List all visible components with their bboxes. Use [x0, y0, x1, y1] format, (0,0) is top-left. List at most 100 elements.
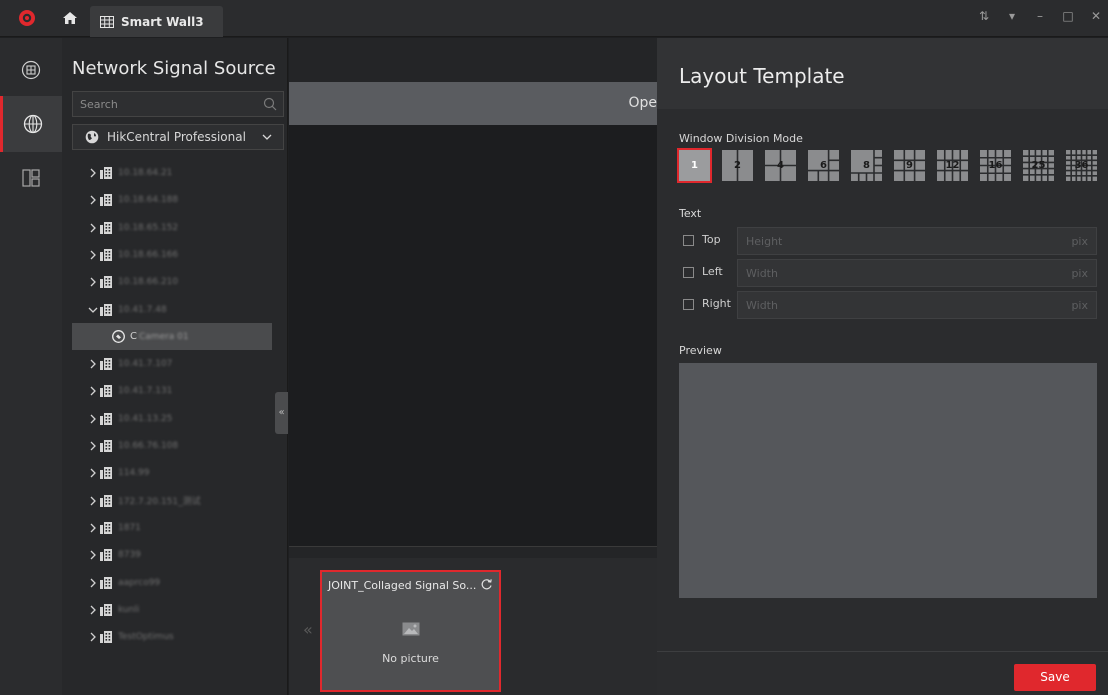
search-input[interactable]: Search [72, 91, 284, 117]
chevron-right-icon[interactable] [88, 359, 98, 369]
chevron-right-icon[interactable] [88, 195, 98, 205]
chevron-down-icon[interactable] [88, 305, 98, 315]
division-mode-25-button[interactable]: 25 [1023, 150, 1054, 181]
chevron-right-icon[interactable] [88, 168, 98, 178]
rail-item-access[interactable] [0, 42, 62, 98]
network-signal-source-panel: Network Signal Source Search HikCentral … [62, 38, 288, 695]
right-unit: pix [1071, 299, 1088, 312]
chevron-right-icon[interactable] [88, 414, 98, 424]
chevron-right-icon[interactable] [88, 523, 98, 533]
site-building-icon [100, 248, 112, 261]
dropdown-menu-icon[interactable]: ▾ [1006, 9, 1018, 23]
tree-item-label-prefix: C [130, 331, 137, 342]
chevron-right-icon[interactable] [88, 605, 98, 615]
division-mode-2-button[interactable]: 2 [722, 150, 753, 181]
text-row-left: Left Width pix [683, 259, 1097, 287]
tree-item-site[interactable]: 10.41.7.131 [62, 377, 272, 404]
chevron-right-icon[interactable] [88, 277, 98, 287]
site-building-icon [100, 221, 112, 234]
site-building-icon [100, 193, 112, 206]
top-label: Top [702, 233, 721, 246]
division-mode-label: 2 [734, 160, 741, 171]
right-width-placeholder: Width [746, 299, 778, 312]
division-mode-12-button[interactable]: 12 [937, 150, 968, 181]
minimize-button[interactable]: – [1034, 9, 1046, 23]
scroll-left-icon[interactable]: « [303, 620, 313, 639]
tree-item-site[interactable]: 10.18.66.210 [62, 268, 272, 295]
search-placeholder: Search [80, 97, 118, 111]
left-checkbox[interactable] [683, 267, 694, 278]
division-mode-8-button[interactable]: 8 [851, 150, 882, 181]
tree-item-site[interactable]: 172.7.20.151_测试 [62, 487, 272, 514]
chevron-right-icon[interactable] [88, 496, 98, 506]
tree-item-site[interactable]: kunli [62, 596, 272, 623]
sort-icon[interactable]: ⇅ [978, 9, 990, 23]
tree-item-site[interactable]: 10.41.7.107 [62, 350, 272, 377]
tree-item-site[interactable]: 8739 [62, 541, 272, 568]
tree-item-label: 114.99 [118, 467, 150, 478]
collapse-panel-button[interactable]: « [275, 392, 288, 434]
globe-icon [85, 130, 99, 144]
division-mode-6-button[interactable]: 6 [808, 150, 839, 181]
wall-canvas[interactable] [289, 125, 657, 547]
home-icon[interactable] [62, 11, 78, 25]
site-building-icon [100, 439, 112, 452]
search-icon[interactable] [263, 97, 277, 111]
maximize-button[interactable]: □ [1062, 9, 1074, 23]
text-row-top: Top Height pix [683, 227, 1097, 255]
left-width-input[interactable]: Width pix [737, 259, 1097, 287]
chevron-right-icon[interactable] [88, 578, 98, 588]
tree-item-site[interactable]: 10.18.66.166 [62, 241, 272, 268]
right-width-input[interactable]: Width pix [737, 291, 1097, 319]
app-logo-icon[interactable] [18, 9, 36, 27]
tree-item-label: 10.66.76.108 [118, 440, 179, 451]
chevron-right-icon[interactable] [88, 386, 98, 396]
division-mode-9-button[interactable]: 9 [894, 150, 925, 181]
tree-item-site[interactable]: 10.18.64.21 [62, 159, 272, 186]
tree-item-site[interactable]: 10.41.7.48 [62, 296, 272, 323]
division-mode-4-button[interactable]: 4 [765, 150, 796, 181]
chevron-right-icon[interactable] [88, 250, 98, 260]
site-dropdown-value: HikCentral Professional [107, 130, 246, 144]
tree-item-site[interactable]: TestOptimus [62, 623, 272, 650]
division-mode-36-button[interactable]: 36 [1066, 150, 1097, 181]
top-checkbox[interactable] [683, 235, 694, 246]
division-mode-16-button[interactable]: 16 [980, 150, 1011, 181]
tree-item-label: kunli [118, 604, 140, 615]
right-checkbox[interactable] [683, 299, 694, 310]
tree-item-label: 10.41.7.48 [118, 304, 167, 315]
tree-item-label: 10.41.7.131 [118, 385, 173, 396]
tree-item-site[interactable]: 10.18.64.188 [62, 186, 272, 213]
left-width-placeholder: Width [746, 267, 778, 280]
division-mode-label: 36 [1074, 160, 1089, 171]
save-button[interactable]: Save [1014, 664, 1096, 691]
layout-template-title: Layout Template [679, 64, 845, 88]
refresh-icon[interactable] [480, 578, 493, 591]
chevron-right-icon[interactable] [88, 468, 98, 478]
left-label: Left [702, 265, 723, 278]
center-header-text: Ope [628, 95, 657, 111]
site-dropdown[interactable]: HikCentral Professional [72, 124, 284, 150]
close-button[interactable]: ✕ [1090, 9, 1102, 23]
division-mode-1-button[interactable]: 1 [677, 148, 712, 183]
tree-item-site[interactable]: 1871 [62, 514, 272, 541]
site-building-icon [100, 494, 112, 507]
chevron-right-icon[interactable] [88, 632, 98, 642]
rail-item-layout[interactable] [0, 150, 62, 206]
tree-item-site[interactable]: 10.66.76.108 [62, 432, 272, 459]
chevron-right-icon[interactable] [88, 441, 98, 451]
tab-smart-wall[interactable]: Smart Wall3 [90, 6, 223, 37]
chevron-right-icon[interactable] [88, 223, 98, 233]
rail-item-network[interactable] [0, 96, 62, 152]
top-height-input[interactable]: Height pix [737, 227, 1097, 255]
tree-item-site[interactable]: aaprco99 [62, 569, 272, 596]
tree-item-site[interactable]: 10.41.13.25 [62, 405, 272, 432]
panel-title: Network Signal Source [72, 58, 276, 79]
tree-item-site[interactable]: 10.18.65.152 [62, 214, 272, 241]
signal-source-card[interactable]: JOINT_Collaged Signal So... No picture [320, 570, 501, 692]
chevron-right-icon[interactable] [88, 550, 98, 560]
tree-item-site[interactable]: 114.99 [62, 459, 272, 486]
no-picture-text: No picture [382, 652, 439, 665]
tree-item-camera[interactable]: C Camera 01 [72, 323, 272, 350]
text-section-label: Text [679, 207, 702, 220]
